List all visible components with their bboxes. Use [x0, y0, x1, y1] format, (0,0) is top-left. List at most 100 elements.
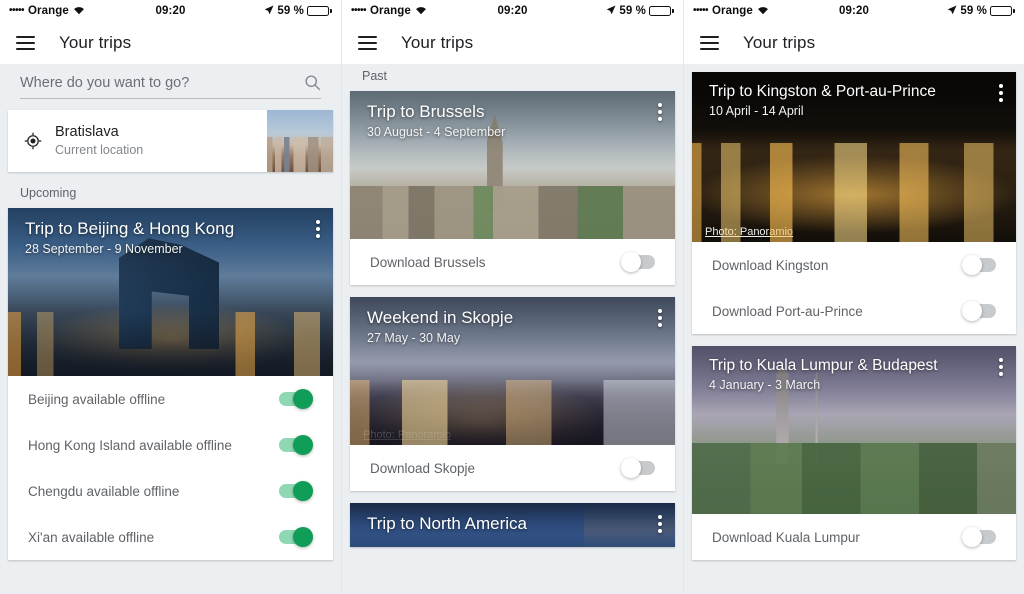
battery-icon: [990, 6, 1016, 16]
location-arrow-icon: [606, 5, 616, 18]
search-input[interactable]: [20, 74, 304, 91]
trip-hero-image[interactable]: Trip to Kuala Lumpur & Budapest 4 Januar…: [692, 346, 1016, 514]
download-toggle-row[interactable]: Download Port-au-Prince: [692, 288, 1016, 334]
carrier-label: Orange: [28, 5, 69, 17]
overflow-menu-icon[interactable]: [658, 515, 662, 533]
app-bar: Your trips: [342, 22, 683, 64]
section-header-past: Past: [362, 69, 388, 83]
trip-hero-image[interactable]: Trip to Beijing & Hong Kong 28 September…: [8, 208, 333, 376]
offline-toggle-row[interactable]: Beijing available offline: [8, 376, 333, 422]
download-toggle-switch[interactable]: [621, 458, 655, 478]
hamburger-menu-icon[interactable]: [16, 36, 35, 50]
offline-toggle-row[interactable]: Hong Kong Island available offline: [8, 422, 333, 468]
trip-card[interactable]: Trip to Kingston & Port-au-Prince 10 Apr…: [692, 72, 1016, 334]
trip-hero-image[interactable]: Weekend in Skopje 27 May - 30 May Photo:…: [350, 297, 675, 445]
trip-hero-image[interactable]: Trip to Kingston & Port-au-Prince 10 Apr…: [692, 72, 1016, 242]
trip-title: Trip to Beijing & Hong Kong: [25, 219, 235, 238]
status-bar: ••••• Orange 09:20 59 %: [342, 0, 683, 22]
carrier-label: Orange: [712, 5, 753, 17]
status-bar-left: ••••• Orange: [351, 5, 498, 18]
download-toggle-label: Download Skopje: [370, 460, 476, 476]
status-bar-clock: 09:20: [839, 5, 869, 17]
trip-title: Trip to Kuala Lumpur & Budapest: [709, 357, 938, 374]
overflow-menu-icon[interactable]: [999, 84, 1003, 102]
download-toggle-row[interactable]: Download Kuala Lumpur: [692, 514, 1016, 560]
photo-attribution[interactable]: Photo: Panoramio: [705, 226, 793, 238]
scroll-body-2[interactable]: Past Trip to Brussels 30 August - 4 Sept…: [342, 64, 683, 594]
battery-percent-label: 59 %: [277, 5, 305, 17]
search-area: [0, 64, 341, 99]
trip-hero-texts: Trip to North America: [367, 513, 631, 534]
phone-screen-2: ••••• Orange 09:20 59 % Your trips Past …: [341, 0, 683, 594]
trip-dates: 27 May - 30 May: [367, 331, 461, 346]
offline-toggle-switch[interactable]: [279, 389, 313, 409]
overflow-menu-icon[interactable]: [999, 358, 1003, 376]
wifi-icon: [73, 5, 85, 18]
overflow-menu-icon[interactable]: [658, 309, 662, 327]
current-location-title: Bratislava: [55, 123, 119, 140]
wifi-icon: [415, 5, 427, 18]
overflow-menu-icon[interactable]: [316, 220, 320, 238]
download-toggle-switch[interactable]: [621, 252, 655, 272]
scroll-body-1[interactable]: Bratislava Current location Upcoming Tri…: [0, 64, 341, 594]
status-bar-clock: 09:20: [155, 5, 186, 17]
search-field[interactable]: [20, 74, 321, 99]
photo-attribution[interactable]: Photo: Panoramio: [363, 429, 451, 441]
trip-title: Trip to Brussels: [367, 102, 485, 121]
phone-screen-3: ••••• Orange 09:20 59 % Your trips Trip …: [683, 0, 1024, 594]
trip-title: Trip to North America: [367, 514, 527, 533]
signal-strength-dots-icon: •••••: [9, 5, 25, 16]
signal-strength-dots-icon: •••••: [693, 5, 709, 16]
status-bar-right: 59 %: [185, 5, 333, 18]
battery-icon: [649, 6, 675, 16]
download-toggle-label: Download Kingston: [712, 257, 829, 273]
page-title: Your trips: [743, 33, 816, 52]
trip-dates: 4 January - 3 March: [709, 378, 821, 393]
download-toggle-switch[interactable]: [962, 255, 996, 275]
status-bar-left: ••••• Orange: [9, 5, 156, 18]
trip-card[interactable]: Trip to Beijing & Hong Kong 28 September…: [8, 208, 333, 560]
trip-card[interactable]: Trip to Brussels 30 August - 4 September…: [350, 91, 675, 285]
trip-card[interactable]: Trip to North America: [350, 503, 675, 547]
download-toggle-switch[interactable]: [962, 301, 996, 321]
trip-hero-texts: Trip to Brussels 30 August - 4 September: [367, 101, 631, 139]
trip-hero-texts: Weekend in Skopje 27 May - 30 May: [367, 307, 631, 345]
trip-hero-texts: Trip to Kuala Lumpur & Budapest 4 Januar…: [709, 356, 972, 392]
current-location-subtitle: Current location: [55, 142, 144, 157]
download-toggle-row[interactable]: Download Brussels: [350, 239, 675, 285]
trip-card[interactable]: Weekend in Skopje 27 May - 30 May Photo:…: [350, 297, 675, 491]
download-toggle-row[interactable]: Download Kingston: [692, 242, 1016, 288]
current-location-text: Bratislava Current location: [55, 123, 143, 159]
offline-toggle-switch[interactable]: [279, 435, 313, 455]
current-location-card[interactable]: Bratislava Current location: [8, 110, 333, 172]
offline-toggle-switch[interactable]: [279, 481, 313, 501]
scroll-body-3[interactable]: Trip to Kingston & Port-au-Prince 10 Apr…: [684, 66, 1024, 594]
trip-hero-image[interactable]: Trip to Brussels 30 August - 4 September: [350, 91, 675, 239]
download-toggle-row[interactable]: Download Skopje: [350, 445, 675, 491]
offline-toggle-label: Hong Kong Island available offline: [28, 437, 232, 453]
status-bar-clock: 09:20: [497, 5, 528, 17]
trip-hero-texts: Trip to Kingston & Port-au-Prince 10 Apr…: [709, 82, 972, 118]
download-toggle-label: Download Brussels: [370, 254, 486, 270]
offline-toggle-label: Beijing available offline: [28, 391, 166, 407]
section-header-upcoming: Upcoming: [20, 186, 77, 200]
offline-toggle-row[interactable]: Xi'an available offline: [8, 514, 333, 560]
trip-card[interactable]: Trip to Kuala Lumpur & Budapest 4 Januar…: [692, 346, 1016, 560]
offline-toggle-switch[interactable]: [279, 527, 313, 547]
hamburger-menu-icon[interactable]: [700, 36, 719, 50]
trip-hero-image[interactable]: Trip to North America: [350, 503, 675, 547]
hamburger-menu-icon[interactable]: [358, 36, 377, 50]
current-location-main[interactable]: Bratislava Current location: [8, 110, 267, 172]
location-arrow-icon: [947, 5, 957, 18]
trip-dates: 30 August - 4 September: [367, 125, 506, 140]
download-toggle-label: Download Port-au-Prince: [712, 303, 863, 319]
page-title: Your trips: [59, 33, 132, 52]
search-icon[interactable]: [304, 74, 321, 91]
offline-toggle-row[interactable]: Chengdu available offline: [8, 468, 333, 514]
trip-hero-texts: Trip to Beijing & Hong Kong 28 September…: [25, 218, 289, 256]
status-bar-right: 59 %: [869, 5, 1016, 18]
overflow-menu-icon[interactable]: [658, 103, 662, 121]
download-toggle-switch[interactable]: [962, 527, 996, 547]
battery-icon: [307, 6, 333, 16]
page-title: Your trips: [401, 33, 474, 52]
